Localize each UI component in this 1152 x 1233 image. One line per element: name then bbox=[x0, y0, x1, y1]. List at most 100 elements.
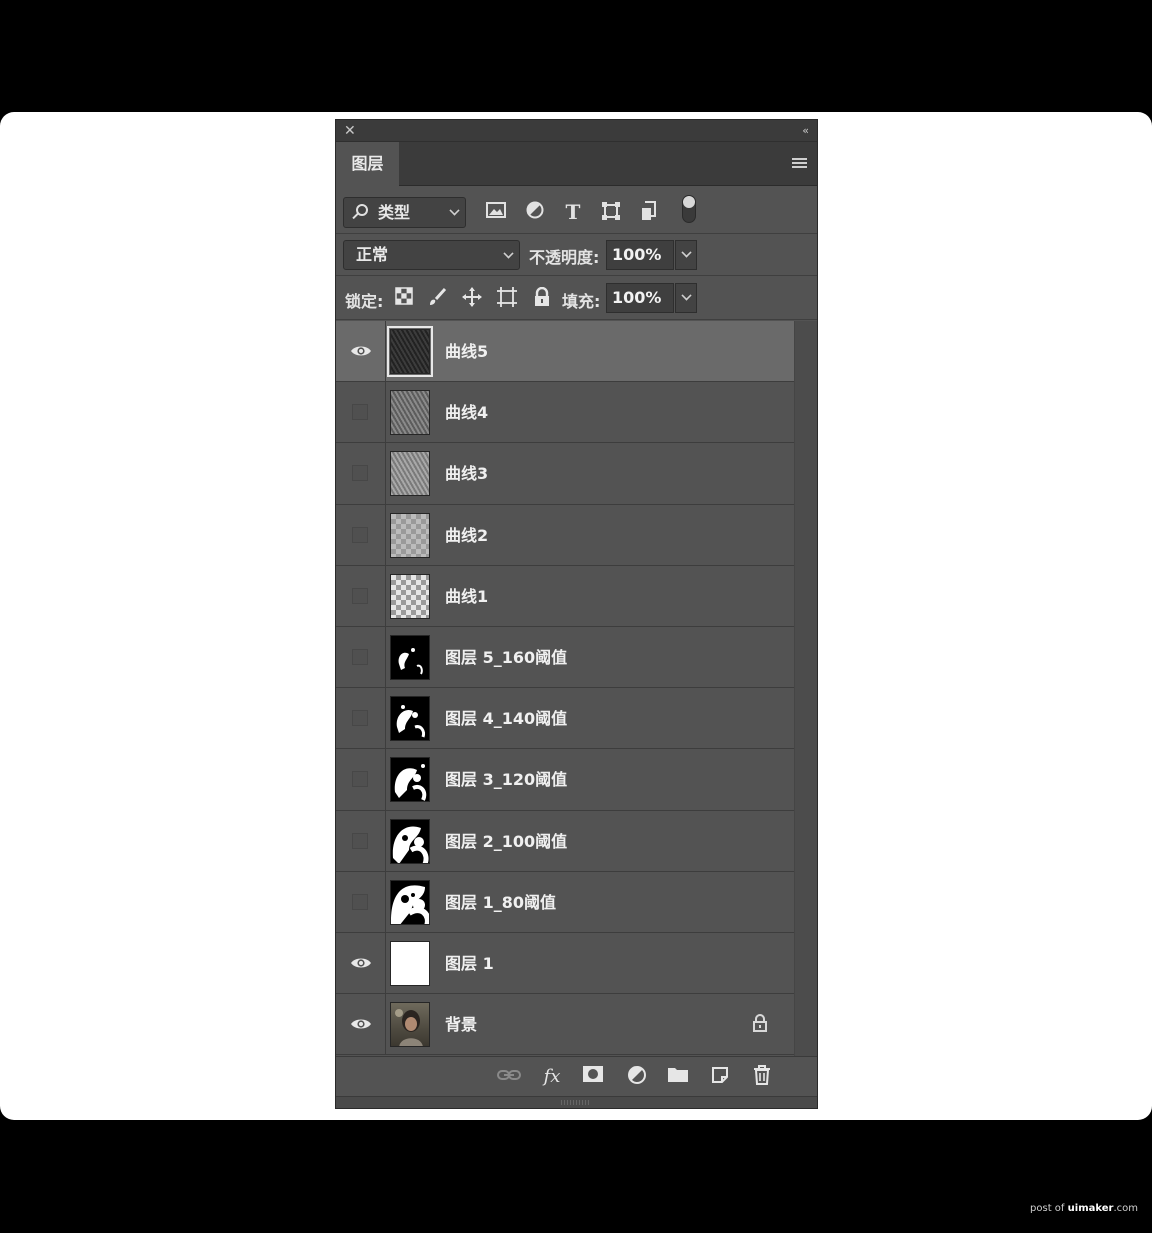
layer-row[interactable]: 曲线3 bbox=[336, 443, 794, 505]
smart-object-filter-icon[interactable] bbox=[638, 201, 660, 223]
type-layer-filter-icon[interactable]: T bbox=[562, 201, 584, 223]
layer-row[interactable]: 曲线1 bbox=[336, 565, 794, 627]
layer-name: 曲线5 bbox=[445, 342, 489, 361]
delete-layer-trash-icon[interactable] bbox=[750, 1065, 774, 1089]
layer-name: 图层 4_140阈值 bbox=[445, 709, 568, 729]
panel-resize-grip[interactable] bbox=[336, 1096, 817, 1108]
visibility-toggle[interactable] bbox=[336, 382, 386, 443]
add-mask-icon[interactable] bbox=[581, 1065, 605, 1089]
visibility-toggle[interactable] bbox=[336, 932, 386, 994]
link-layers-icon[interactable] bbox=[497, 1065, 521, 1089]
layer-row[interactable]: 背景 bbox=[336, 994, 794, 1056]
layer-thumbnail bbox=[390, 573, 430, 619]
layer-row[interactable]: 图层 4_140阈值 bbox=[336, 688, 794, 750]
layer-thumbnail bbox=[390, 757, 430, 803]
layer-thumbnail bbox=[390, 696, 430, 742]
new-group-folder-icon[interactable] bbox=[666, 1065, 690, 1089]
fill-field[interactable]: 100% bbox=[606, 283, 674, 313]
eye-icon bbox=[351, 958, 371, 968]
layer-row[interactable]: 图层 3_120阈值 bbox=[336, 749, 794, 811]
layer-thumbnail bbox=[390, 818, 430, 864]
chevron-down-icon bbox=[681, 290, 692, 301]
lock-row: 锁定: 填充: 100% bbox=[336, 276, 817, 320]
visibility-box bbox=[352, 648, 368, 665]
visibility-toggle[interactable] bbox=[336, 994, 386, 1055]
layers-scrollbar[interactable] bbox=[794, 321, 817, 1056]
watermark-prefix: post of bbox=[1030, 1203, 1065, 1214]
shape-layer-filter-icon[interactable] bbox=[600, 201, 622, 223]
watermark-suffix: .com bbox=[1113, 1203, 1138, 1214]
layers-panel: ✕ ‹‹ 图层 类型 T 正常 不透明度: 100% 锁定: 填充: 100% … bbox=[335, 119, 818, 1109]
layer-thumbnail bbox=[390, 634, 430, 680]
visibility-box bbox=[352, 465, 368, 482]
new-layer-icon[interactable] bbox=[708, 1065, 732, 1089]
layer-thumbnail bbox=[387, 326, 433, 377]
layer-name: 图层 1 bbox=[445, 953, 494, 973]
visibility-toggle[interactable] bbox=[336, 810, 386, 871]
visibility-toggle[interactable] bbox=[336, 321, 386, 382]
layer-thumbnail bbox=[390, 390, 430, 436]
close-icon[interactable]: ✕ bbox=[344, 122, 356, 140]
panel-menu-icon[interactable] bbox=[792, 158, 807, 170]
lock-icon bbox=[753, 1014, 767, 1033]
layer-thumbnail bbox=[390, 1002, 430, 1048]
tab-layers[interactable]: 图层 bbox=[336, 142, 399, 186]
panel-titlebar: ✕ ‹‹ bbox=[336, 120, 817, 142]
layer-name: 图层 3_120阈值 bbox=[445, 770, 568, 790]
visibility-toggle[interactable] bbox=[336, 749, 386, 810]
visibility-box bbox=[352, 710, 368, 727]
chevron-down-icon bbox=[449, 205, 460, 216]
pixel-layer-filter-icon[interactable] bbox=[485, 201, 507, 223]
blend-row: 正常 不透明度: 100% bbox=[336, 234, 817, 276]
layer-row[interactable]: 图层 2_100阈值 bbox=[336, 810, 794, 872]
filter-toggle[interactable] bbox=[682, 195, 696, 223]
visibility-toggle[interactable] bbox=[336, 443, 386, 504]
chevron-down-icon bbox=[503, 248, 514, 259]
lock-artboard-icon[interactable] bbox=[496, 287, 518, 309]
lock-all-icon[interactable] bbox=[531, 286, 553, 309]
layer-name: 图层 1_80阈值 bbox=[445, 892, 556, 912]
fill-dropdown[interactable] bbox=[675, 283, 697, 313]
fill-label: 填充: bbox=[562, 292, 601, 311]
eye-icon bbox=[351, 346, 371, 356]
filter-kind-label: 类型 bbox=[378, 203, 411, 222]
adjustment-layer-filter-icon[interactable] bbox=[524, 201, 546, 223]
layer-style-fx-icon[interactable]: fx bbox=[540, 1065, 564, 1089]
visibility-box bbox=[352, 587, 368, 604]
visibility-toggle[interactable] bbox=[336, 626, 386, 688]
lock-position-icon[interactable] bbox=[461, 287, 483, 309]
blend-mode-label: 正常 bbox=[356, 245, 389, 264]
visibility-box bbox=[352, 771, 368, 788]
layer-row[interactable]: 曲线2 bbox=[336, 504, 794, 566]
visibility-toggle[interactable] bbox=[336, 871, 386, 932]
filter-row: 类型 T bbox=[336, 187, 817, 234]
chevron-down-icon bbox=[681, 247, 692, 258]
layers-bottom-toolbar: fx bbox=[336, 1056, 817, 1096]
layer-name: 图层 5_160阈值 bbox=[445, 647, 568, 667]
visibility-toggle[interactable] bbox=[336, 565, 386, 626]
lock-transparent-pixels-icon[interactable] bbox=[393, 287, 415, 309]
collapse-icon[interactable]: ‹‹ bbox=[802, 122, 809, 140]
filter-kind-select[interactable]: 类型 bbox=[343, 197, 466, 228]
lock-image-pixels-icon[interactable] bbox=[426, 287, 448, 309]
layer-name: 曲线2 bbox=[445, 525, 489, 545]
layer-row[interactable]: 曲线5 bbox=[336, 321, 794, 383]
eye-icon bbox=[351, 1019, 371, 1029]
layer-row[interactable]: 图层 1 bbox=[336, 932, 794, 995]
layer-row[interactable]: 图层 1_80阈值 bbox=[336, 871, 794, 933]
layer-row[interactable]: 曲线4 bbox=[336, 382, 794, 444]
watermark-site: uimaker bbox=[1067, 1203, 1114, 1214]
blend-mode-select[interactable]: 正常 bbox=[343, 240, 520, 270]
visibility-toggle[interactable] bbox=[336, 688, 386, 749]
opacity-field[interactable]: 100% bbox=[606, 240, 674, 270]
tab-bar: 图层 bbox=[336, 142, 817, 186]
layer-name: 曲线1 bbox=[445, 586, 489, 606]
new-adjustment-layer-icon[interactable] bbox=[625, 1065, 649, 1089]
layer-row[interactable]: 图层 5_160阈值 bbox=[336, 626, 794, 689]
lock-label: 锁定: bbox=[345, 292, 384, 311]
opacity-dropdown[interactable] bbox=[675, 240, 697, 270]
layers-list: 曲线5 曲线4 曲线3 曲线2 曲线1 图层 5_160阈值 图层 4_140阈… bbox=[336, 321, 794, 1056]
visibility-toggle[interactable] bbox=[336, 504, 386, 565]
visibility-box bbox=[352, 526, 368, 543]
visibility-box bbox=[352, 893, 368, 910]
